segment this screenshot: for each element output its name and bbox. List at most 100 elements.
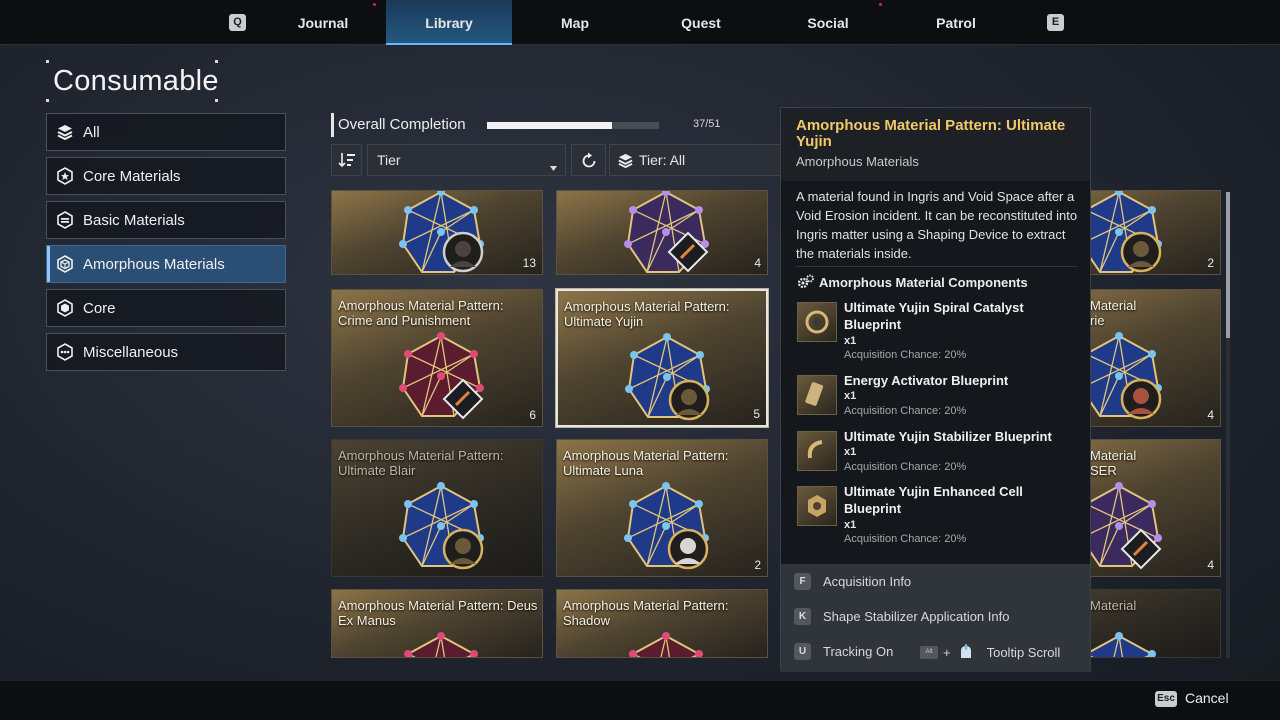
- tab-label: Social: [807, 15, 849, 31]
- e-key-hint[interactable]: E: [1047, 14, 1064, 31]
- divider: [796, 266, 1078, 267]
- tab-journal[interactable]: Journal: [260, 0, 386, 45]
- tab-label: Patrol: [936, 15, 976, 31]
- component-quantity: x1: [844, 390, 857, 402]
- components-header-label: Amorphous Material Components: [819, 274, 1028, 290]
- bottom-bar: [0, 680, 1280, 720]
- tab-map[interactable]: Map: [512, 0, 638, 45]
- sidebar-item-core[interactable]: Core: [46, 289, 286, 327]
- component-name: Ultimate Yujin Spiral Catalyst Blueprint: [844, 300, 1024, 332]
- tooltip-category: Amorphous Materials: [796, 154, 919, 169]
- item-card[interactable]: Amorphous Material Pattern: Ultimate Lun…: [556, 439, 768, 577]
- item-card[interactable]: 4: [556, 190, 768, 275]
- sidebar-item-amorphous-materials[interactable]: Amorphous Materials: [46, 245, 286, 283]
- acquisition-info-action[interactable]: F Acquisition Info: [794, 573, 911, 590]
- tab-patrol[interactable]: Patrol: [893, 0, 1019, 45]
- completion-label: Overall Completion: [338, 116, 466, 133]
- item-card-count: 4: [1207, 558, 1214, 572]
- completion-progress-bar: [487, 122, 659, 129]
- progress-fill: [487, 122, 612, 129]
- item-card[interactable]: Amorphous Material Pattern: Shadow: [556, 589, 768, 658]
- item-card-count: 2: [754, 558, 761, 572]
- mouse-scroll-icon: [958, 643, 974, 661]
- tooltip-description: A material found in Ingris and Void Spac…: [796, 189, 1078, 261]
- component-quantity: x1: [844, 446, 857, 458]
- tab-social[interactable]: Social: [765, 0, 891, 45]
- corner-marker: [46, 99, 49, 102]
- accent-bar: [331, 113, 334, 137]
- shape-stabilizer-info-action[interactable]: K Shape Stabilizer Application Info: [794, 608, 1009, 625]
- item-card-name: Amorphous Material Pattern: Crime and Pu…: [338, 298, 504, 328]
- tab-label: Journal: [297, 15, 349, 31]
- item-card[interactable]: Amorphous Material Pattern: Ultimate Bla…: [331, 439, 543, 577]
- reset-filter-button[interactable]: [571, 144, 606, 176]
- item-card-name: Amorphous Material Pattern: Ultimate Bla…: [338, 448, 504, 478]
- item-card[interactable]: Amorphous Material Pattern: Crime and Pu…: [331, 289, 543, 427]
- plus-sign: +: [943, 644, 951, 660]
- sidebar-item-label: Core Materials: [83, 167, 181, 185]
- item-card-count: 13: [522, 256, 536, 270]
- item-card-name: Material: [1090, 598, 1137, 613]
- sort-dropdown-value: Tier: [377, 152, 401, 168]
- item-card-count: 4: [754, 256, 761, 270]
- hex-cube-icon: [56, 255, 74, 273]
- tab-quest[interactable]: Quest: [638, 0, 764, 45]
- character-portrait-icon: [668, 379, 710, 425]
- sort-dropdown[interactable]: Tier: [367, 144, 566, 176]
- layers-icon: [56, 123, 74, 141]
- tooltip-actions: F Acquisition Info K Shape Stabilizer Ap…: [781, 564, 1090, 672]
- action-label: Shape Stabilizer Application Info: [823, 609, 1010, 624]
- sidebar-item-basic-materials[interactable]: Basic Materials: [46, 201, 286, 239]
- sidebar-item-all[interactable]: All: [46, 113, 286, 151]
- sidebar-item-label: Basic Materials: [83, 211, 185, 229]
- component-chance: Acquisition Chance: 20%: [844, 533, 967, 545]
- character-portrait-icon: [1120, 378, 1162, 425]
- stabilizer-blueprint-icon: [797, 431, 837, 471]
- q-key-hint[interactable]: Q: [229, 14, 246, 31]
- item-card-count: 4: [1207, 408, 1214, 422]
- item-card-name-fragment: rie: [1090, 313, 1105, 328]
- cancel-button[interactable]: Cancel: [1185, 690, 1229, 706]
- sort-order-button[interactable]: [331, 144, 362, 176]
- item-card-name: Amorphous Material Pattern: Deus Ex Manu…: [338, 598, 538, 628]
- character-portrait-icon: [667, 528, 709, 575]
- component-item: Ultimate Yujin Spiral Catalyst Blueprint…: [797, 299, 1082, 365]
- page-title: Consumable: [53, 65, 219, 97]
- grid-scrollbar-thumb[interactable]: [1226, 192, 1230, 338]
- character-portrait-icon: [442, 231, 484, 274]
- diamond-badge-icon: [667, 231, 709, 274]
- sidebar-item-miscellaneous[interactable]: Miscellaneous: [46, 333, 286, 371]
- activator-blueprint-icon: [797, 375, 837, 415]
- esc-key-hint: Esc: [1155, 691, 1177, 707]
- sidebar-item-label: Amorphous Materials: [83, 255, 225, 273]
- component-name: Ultimate Yujin Enhanced Cell Blueprint: [844, 484, 1023, 516]
- action-label: Acquisition Info: [823, 574, 912, 589]
- item-card-name-fragment: SER: [1090, 463, 1117, 478]
- item-card[interactable]: 13: [331, 190, 543, 275]
- enhanced-cell-blueprint-icon: [797, 486, 837, 526]
- red-crystal-lattice-icon: [619, 630, 714, 657]
- sort-descending-icon: [338, 152, 356, 173]
- item-card[interactable]: Amorphous Material Pattern: Deus Ex Manu…: [331, 589, 543, 658]
- item-card-name: Material: [1090, 298, 1137, 313]
- top-navigation: Q Journal Library Map Quest Social Patro…: [0, 0, 1280, 45]
- component-chance: Acquisition Chance: 20%: [844, 461, 967, 473]
- key-hint: K: [794, 608, 811, 625]
- diamond-badge-icon: [1120, 528, 1162, 575]
- action-label: Tracking On: [823, 644, 894, 659]
- tab-library[interactable]: Library: [386, 0, 512, 45]
- notification-dot: [879, 3, 882, 6]
- component-chance: Acquisition Chance: 20%: [844, 349, 967, 361]
- character-portrait-icon: [442, 528, 484, 575]
- tracking-toggle-action[interactable]: U Tracking On: [794, 643, 893, 660]
- item-card[interactable]: Amorphous Material Pattern: Ultimate Yuj…: [556, 289, 768, 427]
- red-crystal-lattice-icon: [394, 630, 489, 657]
- component-quantity: x1: [844, 335, 857, 347]
- page-title-frame: Consumable: [46, 60, 219, 102]
- corner-marker: [46, 60, 49, 63]
- refresh-icon: [580, 152, 598, 175]
- sidebar-item-core-materials[interactable]: Core Materials: [46, 157, 286, 195]
- tier-filter-button[interactable]: Tier: All: [609, 144, 781, 176]
- tab-label: Map: [561, 15, 589, 31]
- hex-star-icon: [56, 167, 74, 185]
